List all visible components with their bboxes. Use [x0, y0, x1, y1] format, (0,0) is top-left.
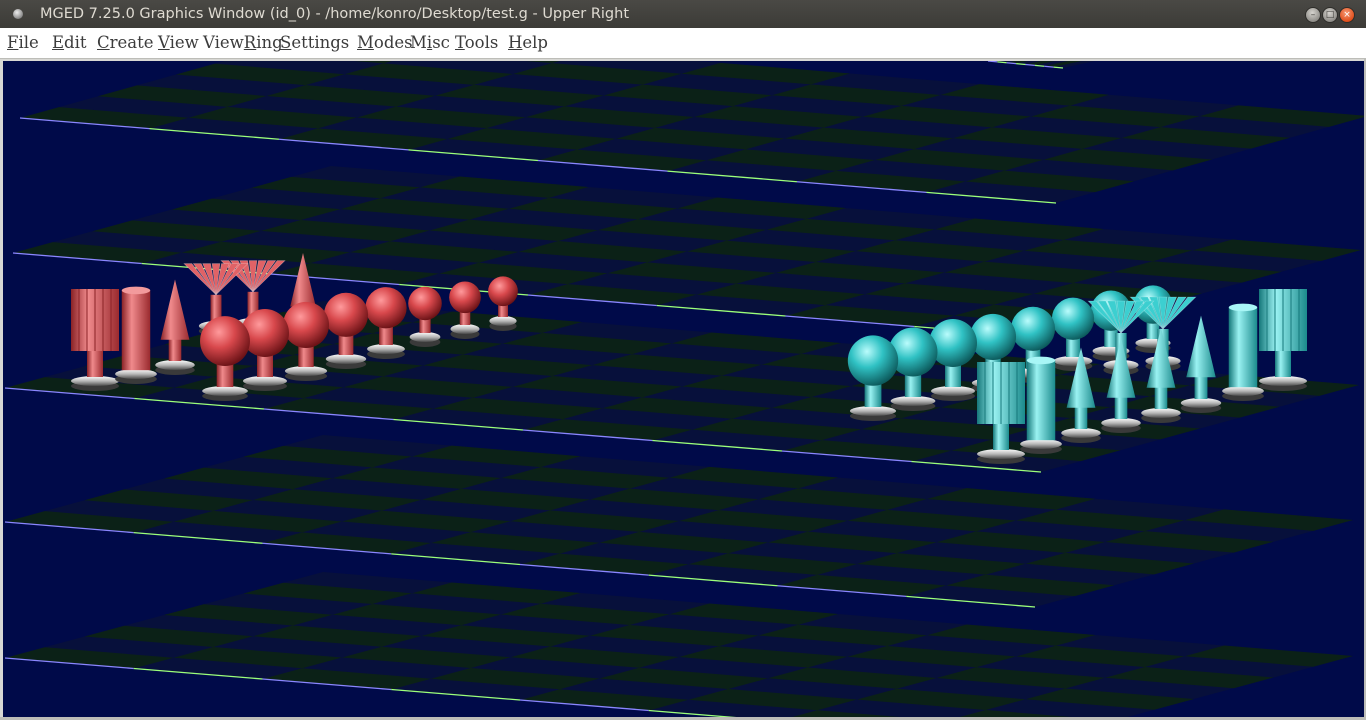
app-menu-icon[interactable]	[13, 9, 23, 19]
red-pawn	[200, 316, 250, 401]
close-icon[interactable]: ×	[1339, 7, 1355, 23]
chess-board	[4, 435, 1353, 608]
red-bishop-cone	[160, 279, 190, 340]
menu-modes[interactable]: Modes	[357, 33, 413, 52]
piece-base	[71, 376, 119, 386]
cyan-pawn	[1051, 297, 1095, 371]
minimize-icon[interactable]: –	[1305, 7, 1321, 23]
queen-top	[1026, 356, 1056, 365]
menu-misc[interactable]: Misc	[410, 33, 450, 52]
piece-base	[1259, 376, 1307, 386]
cyan-pawn-ball	[1051, 297, 1095, 340]
maximize-icon[interactable]: □	[1322, 7, 1338, 23]
piece-stem	[1154, 386, 1168, 409]
red-pawn-ball	[200, 316, 250, 367]
cyan-rook	[1259, 289, 1307, 391]
cyan-queen-body	[1228, 307, 1258, 388]
cyan-pawn-ball	[1010, 306, 1056, 351]
red-pawn-ball	[449, 281, 481, 314]
red-pawn	[449, 281, 481, 339]
piece-base	[489, 316, 517, 326]
piece-base	[1053, 356, 1093, 366]
board-edge-line	[1044, 65, 1054, 68]
board-edge-line	[1025, 63, 1035, 67]
piece-base	[1141, 408, 1181, 418]
menu-settings[interactable]: Settings	[280, 33, 349, 52]
piece-base	[325, 354, 367, 364]
menu-help[interactable]: Help	[508, 33, 548, 52]
piece-base	[155, 360, 195, 370]
piece-base	[1180, 398, 1222, 408]
piece-base	[1101, 418, 1141, 428]
title-bar: MGED 7.25.0 Graphics Window (id_0) - /ho…	[0, 0, 1366, 28]
graphics-viewport[interactable]	[3, 61, 1364, 717]
piece-base	[849, 406, 897, 416]
piece-stem	[1074, 406, 1088, 429]
cyan-bishop-cone	[1186, 315, 1216, 378]
menu-create[interactable]: Create	[97, 33, 154, 52]
board-edge-line	[1006, 62, 1017, 65]
piece-stem	[168, 338, 182, 361]
window-title: MGED 7.25.0 Graphics Window (id_0) - /ho…	[40, 6, 630, 22]
menu-view[interactable]: View	[158, 33, 199, 52]
red-pawn-ball	[365, 287, 407, 329]
piece-base	[409, 332, 441, 342]
board-edge-line	[997, 61, 1007, 64]
chess-board	[987, 61, 1095, 69]
piece-stem	[993, 424, 1009, 450]
menu-file[interactable]: File	[7, 33, 39, 52]
piece-stem	[87, 351, 103, 377]
piece-stem	[1194, 375, 1208, 399]
menu-bar: File Edit Create View ViewRing Settings …	[0, 28, 1366, 59]
cyan-pawn-ball	[847, 335, 899, 386]
cyan-pawn-ball	[969, 313, 1017, 360]
menu-tools[interactable]: Tools	[455, 33, 498, 52]
piece-stem	[1275, 351, 1291, 377]
board-edge-line	[1016, 62, 1026, 66]
piece-base	[1222, 386, 1264, 396]
menu-viewring[interactable]: ViewRing	[203, 33, 283, 52]
menu-edit[interactable]: Edit	[52, 33, 87, 52]
piece-stem	[1114, 396, 1128, 419]
red-pawn-ball	[488, 276, 518, 307]
piece-base	[1061, 428, 1101, 438]
piece-base	[977, 449, 1025, 459]
piece-base	[367, 344, 405, 354]
board-edge-line	[1034, 64, 1045, 67]
red-pawn	[488, 276, 518, 331]
board-edge-line	[1053, 66, 1064, 69]
cyan-pawn	[847, 335, 899, 421]
piece-base	[243, 376, 287, 386]
piece-base	[450, 324, 480, 334]
3d-scene	[4, 61, 1364, 717]
red-pawn-ball	[408, 286, 442, 321]
piece-base	[115, 369, 157, 379]
chess-board	[4, 572, 1353, 717]
chess-board	[19, 61, 1364, 204]
red-pawn-ball	[323, 292, 369, 337]
red-pawn-ball	[282, 301, 330, 348]
piece-base	[284, 366, 328, 376]
cyan-queen-body	[1026, 360, 1056, 441]
piece-base	[1020, 439, 1062, 449]
queen-top	[1228, 303, 1258, 312]
piece-base	[202, 386, 248, 396]
piece-base	[931, 386, 975, 396]
board-edge-line	[987, 61, 998, 63]
piece-base	[890, 396, 936, 406]
queen-top	[121, 286, 151, 295]
red-queen-body	[121, 290, 151, 371]
cyan-pawn	[929, 319, 977, 401]
